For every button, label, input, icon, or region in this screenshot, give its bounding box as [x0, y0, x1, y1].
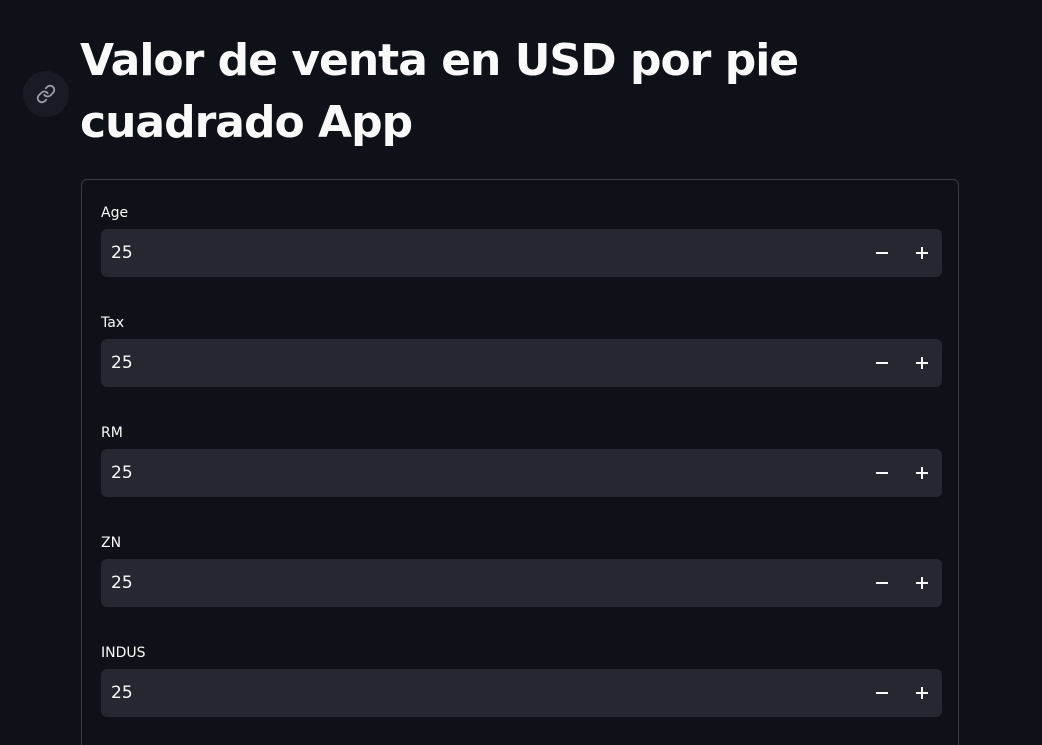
number-input-indus [101, 669, 942, 717]
zn-input[interactable] [101, 559, 862, 607]
indus-input[interactable] [101, 669, 862, 717]
field-label-tax: Tax [101, 315, 125, 331]
minus-icon [876, 354, 888, 373]
minus-icon [876, 244, 888, 263]
field-label-zn: ZN [101, 535, 122, 551]
page-title: Valor de venta en USD por pie cuadrado A… [80, 35, 799, 148]
minus-icon [876, 574, 888, 593]
link-icon [36, 84, 56, 104]
app-page: Valor de venta en USD por pie cuadrado A… [0, 0, 1042, 745]
field-tax: Tax [101, 313, 942, 387]
plus-icon [916, 464, 928, 483]
tax-increment-button[interactable] [902, 339, 942, 387]
plus-icon [916, 244, 928, 263]
age-increment-button[interactable] [902, 229, 942, 277]
number-input-rm [101, 449, 942, 497]
tax-input[interactable] [101, 339, 862, 387]
field-label-indus: INDUS [101, 645, 146, 661]
age-decrement-button[interactable] [862, 229, 902, 277]
field-label-rm: RM [101, 425, 123, 441]
plus-icon [916, 574, 928, 593]
age-input[interactable] [101, 229, 862, 277]
zn-increment-button[interactable] [902, 559, 942, 607]
number-input-tax [101, 339, 942, 387]
rm-increment-button[interactable] [902, 449, 942, 497]
input-form: Age Tax [81, 179, 959, 745]
number-input-age [101, 229, 942, 277]
number-input-zn [101, 559, 942, 607]
indus-increment-button[interactable] [902, 669, 942, 717]
zn-decrement-button[interactable] [862, 559, 902, 607]
field-age: Age [101, 203, 942, 277]
rm-decrement-button[interactable] [862, 449, 902, 497]
field-label-age: Age [101, 205, 129, 221]
minus-icon [876, 464, 888, 483]
header-anchor-link[interactable] [23, 71, 69, 117]
tax-decrement-button[interactable] [862, 339, 902, 387]
field-rm: RM [101, 423, 942, 497]
minus-icon [876, 684, 888, 703]
field-zn: ZN [101, 533, 942, 607]
indus-decrement-button[interactable] [862, 669, 902, 717]
field-indus: INDUS [101, 643, 942, 717]
plus-icon [916, 354, 928, 373]
rm-input[interactable] [101, 449, 862, 497]
plus-icon [916, 684, 928, 703]
